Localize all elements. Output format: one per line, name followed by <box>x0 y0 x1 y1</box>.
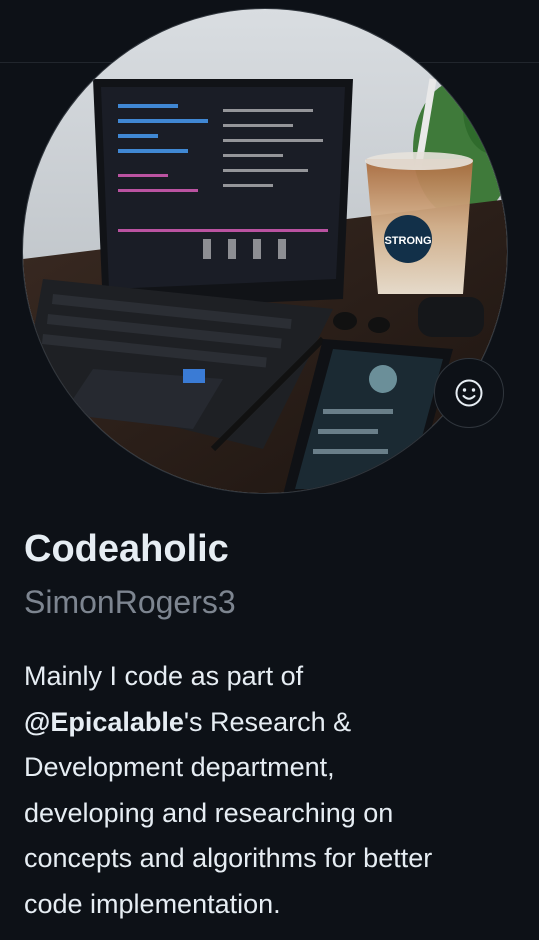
profile-bio: Mainly I code as part of @Epicalable's R… <box>24 654 524 927</box>
set-status-button[interactable] <box>434 358 504 428</box>
org-mention-link[interactable]: @Epicalable <box>24 707 184 737</box>
profile-username: SimonRogers3 <box>24 584 236 620</box>
bio-line: @Epicalable's Research & <box>24 700 524 746</box>
bio-text: 's Research & <box>183 706 352 737</box>
bio-line: concepts and algorithms for better <box>24 843 433 873</box>
avatar-photo: STRONG <box>23 9 507 493</box>
profile-display-name: Codeaholic <box>24 528 229 570</box>
profile-avatar[interactable]: STRONG <box>22 8 508 494</box>
cup-logo-text: STRONG <box>384 235 431 247</box>
bio-line: code implementation. <box>24 888 281 919</box>
smiley-face-icon <box>455 379 483 407</box>
bio-line: Mainly I code as part of <box>24 661 304 691</box>
bio-line: developing and researching on <box>24 797 394 828</box>
bio-line: Development department, <box>24 752 335 782</box>
